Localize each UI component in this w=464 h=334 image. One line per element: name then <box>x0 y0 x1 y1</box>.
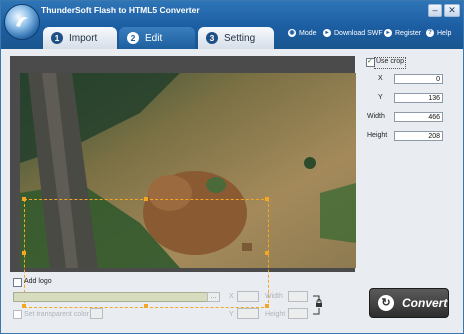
logo-height-label: Height <box>265 311 286 318</box>
tab-edit[interactable]: 2 Edit <box>119 27 195 49</box>
convert-label: Convert <box>402 296 448 310</box>
height-field[interactable]: 208 <box>394 131 443 141</box>
logo-width-field[interactable] <box>288 291 308 302</box>
crop-handle[interactable] <box>22 197 26 201</box>
logo-y-field[interactable] <box>237 308 259 319</box>
convert-button[interactable]: ↻ Convert <box>369 288 449 318</box>
mode-icon: ◉ <box>288 29 296 37</box>
app-title: ThunderSoft Flash to HTML5 Converter <box>41 5 200 15</box>
help-icon: ? <box>426 29 434 37</box>
height-label: Height <box>367 132 388 139</box>
width-label: Width <box>367 113 385 120</box>
add-logo-label: Add logo <box>24 278 52 285</box>
x-field[interactable]: 0 <box>394 74 443 84</box>
tab-import[interactable]: 1 Import <box>43 27 117 49</box>
logo-x-label: X <box>229 293 234 300</box>
logo-y-label: Y <box>229 311 234 318</box>
tab-number: 2 <box>127 32 139 44</box>
tab-number: 1 <box>51 32 63 44</box>
nav-label: Help <box>437 29 452 37</box>
crop-handle[interactable] <box>144 304 148 308</box>
logo-x-field[interactable] <box>237 291 259 302</box>
download-icon: ▸ <box>323 29 331 37</box>
tab-label: Setting <box>224 32 256 44</box>
use-crop-label: Use crop <box>376 58 405 65</box>
transparent-color-label: Set transparent color <box>24 311 89 318</box>
crop-handle[interactable] <box>22 251 26 255</box>
crop-handle[interactable] <box>265 251 269 255</box>
crop-handle[interactable] <box>144 197 148 201</box>
header-bar: ThunderSoft Flash to HTML5 Converter – ✕… <box>1 1 463 49</box>
app-window: ThunderSoft Flash to HTML5 Converter – ✕… <box>0 0 464 334</box>
x-label: X <box>378 75 383 82</box>
nav-label: Download SWF <box>334 29 383 37</box>
minimize-button[interactable]: – <box>428 4 442 17</box>
lock-ratio-icon[interactable] <box>313 294 323 315</box>
y-label: Y <box>378 94 383 101</box>
logo-width-label: Width <box>265 293 283 300</box>
register-icon: ▸ <box>384 29 392 37</box>
logo-path-input[interactable] <box>13 292 220 302</box>
nav-register[interactable]: ▸ Register <box>384 29 421 37</box>
nav-help[interactable]: ? Help <box>426 29 451 37</box>
width-field[interactable]: 466 <box>394 112 443 122</box>
y-field[interactable]: 136 <box>394 93 443 103</box>
preview-panel <box>10 56 356 308</box>
convert-icon: ↻ <box>378 295 394 311</box>
nav-label: Register <box>395 29 422 37</box>
app-logo-icon <box>4 4 40 40</box>
nav-download-swf[interactable]: ▸ Download SWF <box>323 29 383 37</box>
browse-button[interactable]: ... <box>207 292 220 302</box>
add-logo-checkbox[interactable] <box>13 278 22 287</box>
nav-mode[interactable]: ◉ Mode <box>288 29 317 37</box>
close-button[interactable]: ✕ <box>444 4 460 17</box>
crop-handle[interactable] <box>265 304 269 308</box>
crop-handle[interactable] <box>22 304 26 308</box>
nav-label: Mode <box>299 29 317 37</box>
transparent-color-checkbox[interactable] <box>13 310 22 319</box>
logo-height-field[interactable] <box>288 308 308 319</box>
color-swatch[interactable] <box>90 308 103 319</box>
tab-number: 3 <box>206 32 218 44</box>
crop-handle[interactable] <box>265 197 269 201</box>
tab-setting[interactable]: 3 Setting <box>198 27 274 49</box>
tab-label: Edit <box>145 32 163 44</box>
tab-label: Import <box>69 32 98 44</box>
